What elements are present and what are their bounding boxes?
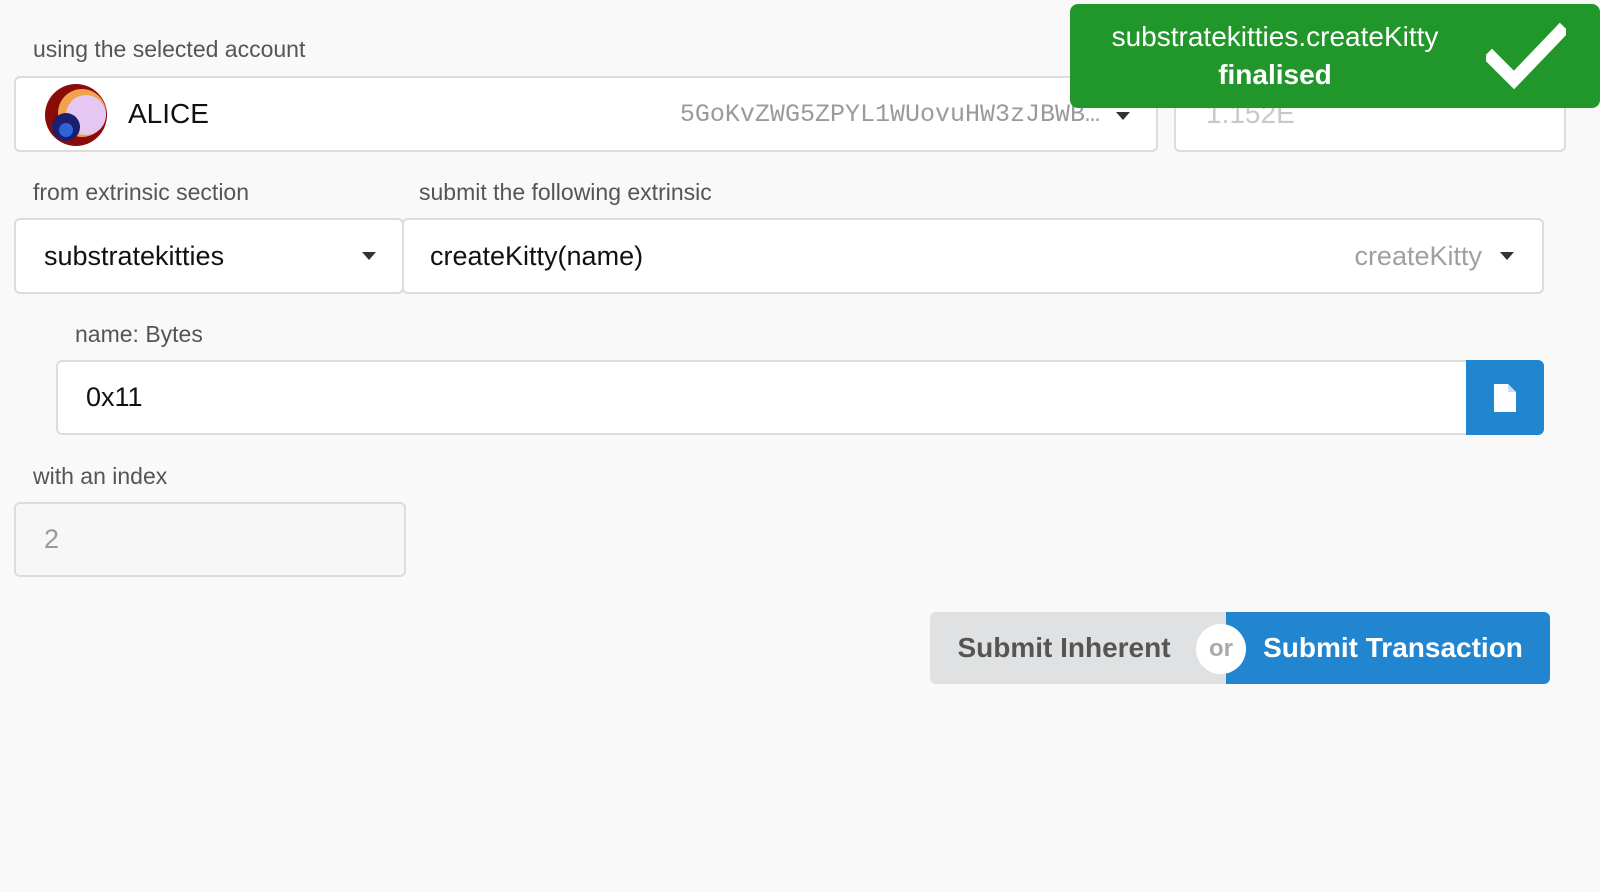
- submit-inherent-button[interactable]: Submit Inherent: [930, 612, 1226, 684]
- account-label: using the selected account: [33, 36, 306, 62]
- extrinsic-app: using the selected account ALICE 5GoKvZW…: [0, 0, 1600, 892]
- account-dropdown[interactable]: ALICE 5GoKvZWG5ZPYL1WUovuHW3zJBWB…: [14, 76, 1158, 152]
- method-value: createKitty(name): [430, 240, 644, 271]
- method-hint: createKitty: [1354, 240, 1482, 271]
- param-value: 0x11: [86, 382, 143, 412]
- param-input[interactable]: 0x11: [56, 360, 1468, 435]
- index-value: 2: [44, 524, 60, 554]
- file-upload-button[interactable]: [1466, 360, 1544, 435]
- section-dropdown[interactable]: substratekitties: [14, 218, 404, 294]
- success-toast[interactable]: substratekitties.createKitty finalised: [1070, 4, 1600, 108]
- submit-transaction-button[interactable]: Submit Transaction: [1226, 612, 1550, 684]
- file-icon: [1494, 383, 1516, 412]
- account-avatar: [44, 83, 108, 147]
- section-label: from extrinsic section: [33, 179, 250, 205]
- index-label: with an index: [33, 463, 168, 489]
- checkmark-icon: [1486, 22, 1566, 90]
- chevron-down-icon: [1500, 252, 1514, 260]
- method-dropdown[interactable]: createKitty(name) createKitty: [402, 218, 1544, 294]
- index-input[interactable]: 2: [14, 502, 406, 577]
- chevron-down-icon: [362, 252, 376, 260]
- or-divider: or: [1196, 624, 1246, 674]
- method-label: submit the following extrinsic: [419, 179, 712, 205]
- toast-status: finalised: [1218, 59, 1332, 90]
- account-address: 5GoKvZWG5ZPYL1WUovuHW3zJBWB…: [679, 99, 1100, 129]
- account-name: ALICE: [128, 98, 209, 129]
- chevron-down-icon: [1116, 112, 1130, 120]
- toast-title: substratekitties.createKitty: [1111, 21, 1439, 52]
- toast-text: substratekitties.createKitty finalised: [1070, 4, 1480, 108]
- param-label: name: Bytes: [75, 321, 203, 347]
- section-value: substratekitties: [44, 240, 225, 271]
